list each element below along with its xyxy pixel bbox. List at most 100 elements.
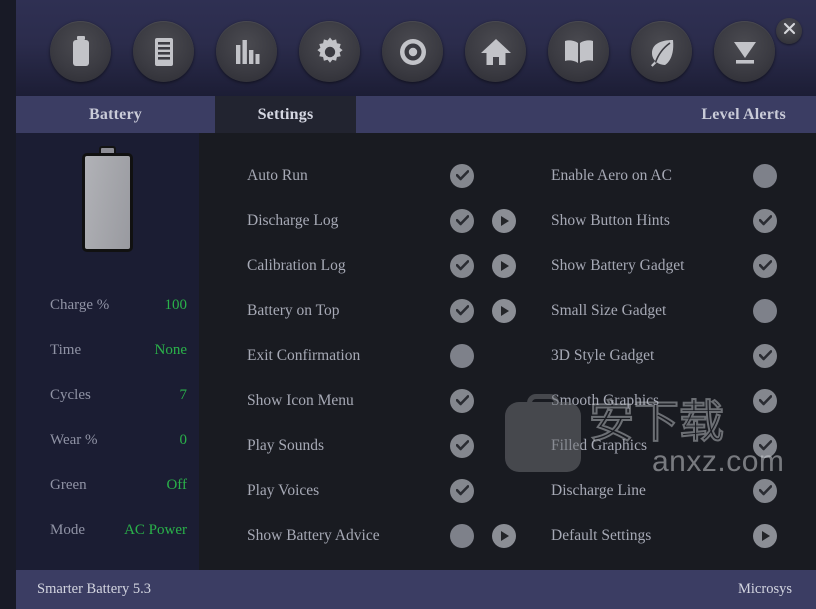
stat-row-wear: Wear % 0 xyxy=(16,418,199,463)
setting-controls xyxy=(450,208,516,233)
play-button[interactable] xyxy=(492,253,516,278)
stat-value: 100 xyxy=(164,297,188,313)
toolbar-button-battery[interactable] xyxy=(50,21,111,82)
play-button[interactable] xyxy=(492,298,516,323)
setting-label: Calibration Log xyxy=(247,256,346,274)
setting-controls xyxy=(753,298,777,323)
toolbar-button-drain[interactable] xyxy=(714,21,775,82)
toolbar-button-statistics[interactable] xyxy=(216,21,277,82)
setting-row-play-voices: Play Voices xyxy=(247,468,537,513)
stat-row-time: Time None xyxy=(16,328,199,373)
settings-column-right: Enable Aero on AC Show Button Hints Show… xyxy=(551,153,806,558)
setting-label: Play Voices xyxy=(247,481,320,499)
checkbox-toggle[interactable] xyxy=(753,433,777,458)
setting-controls xyxy=(450,523,516,548)
setting-row-auto-run: Auto Run xyxy=(247,153,537,198)
stat-label: Cycles xyxy=(50,387,91,403)
setting-controls xyxy=(753,343,777,368)
checkbox-toggle[interactable] xyxy=(450,478,474,503)
setting-row-filled-graphics: Filled Graphics xyxy=(551,423,806,468)
tab-battery[interactable]: Battery xyxy=(16,96,215,133)
book-icon xyxy=(563,39,595,65)
stat-value: None xyxy=(154,342,188,358)
setting-label: Show Icon Menu xyxy=(247,391,354,409)
settings-column-left: Auto Run Discharge Log Calibration Log B… xyxy=(247,153,537,558)
setting-label: Default Settings xyxy=(551,526,652,544)
checkbox-toggle[interactable] xyxy=(753,208,777,233)
setting-row-discharge-log: Discharge Log xyxy=(247,198,537,243)
battery-icon xyxy=(66,35,96,69)
setting-label: Exit Confirmation xyxy=(247,346,361,364)
tab-bar: Battery Settings Level Alerts xyxy=(16,96,816,133)
checkbox-toggle[interactable] xyxy=(450,343,474,368)
toolbar-button-calibration[interactable] xyxy=(382,21,443,82)
setting-controls xyxy=(753,253,777,278)
setting-controls xyxy=(450,253,516,278)
tab-level-alerts[interactable]: Level Alerts xyxy=(516,96,816,133)
tab-settings[interactable]: Settings xyxy=(215,96,356,133)
setting-controls xyxy=(753,208,777,233)
gear-icon xyxy=(314,36,346,68)
setting-controls xyxy=(753,388,777,413)
checkbox-toggle[interactable] xyxy=(450,208,474,233)
toolbar xyxy=(16,0,816,96)
checkbox-toggle[interactable] xyxy=(753,478,777,503)
setting-controls xyxy=(753,523,777,548)
stat-value: 0 xyxy=(179,432,188,448)
setting-row-small-size-gadget: Small Size Gadget xyxy=(551,288,806,333)
setting-label: Play Sounds xyxy=(247,436,325,454)
stat-label: Mode xyxy=(50,522,85,538)
stat-label: Charge % xyxy=(50,297,110,313)
setting-row-show-icon-menu: Show Icon Menu xyxy=(247,378,537,423)
setting-controls xyxy=(753,163,777,188)
toolbar-button-home[interactable] xyxy=(465,21,526,82)
setting-row-enable-aero-on-ac: Enable Aero on AC xyxy=(551,153,806,198)
setting-label: Show Battery Gadget xyxy=(551,256,685,274)
setting-label: Filled Graphics xyxy=(551,436,647,454)
stat-label: Time xyxy=(50,342,82,358)
play-button[interactable] xyxy=(492,523,516,548)
status-app-name: Smarter Battery 5.3 xyxy=(37,581,151,597)
setting-row-exit-confirmation: Exit Confirmation xyxy=(247,333,537,378)
stat-row-mode: Mode AC Power xyxy=(16,508,199,553)
setting-row-3d-style-gadget: 3D Style Gadget xyxy=(551,333,806,378)
checkbox-toggle[interactable] xyxy=(450,253,474,278)
log-icon xyxy=(150,36,178,68)
setting-controls xyxy=(450,478,474,503)
play-button[interactable] xyxy=(492,208,516,233)
checkbox-toggle[interactable] xyxy=(450,298,474,323)
home-icon xyxy=(480,37,512,67)
setting-controls xyxy=(450,298,516,323)
checkbox-toggle[interactable] xyxy=(450,163,474,188)
checkbox-toggle[interactable] xyxy=(450,388,474,413)
setting-row-show-battery-gadget: Show Battery Gadget xyxy=(551,243,806,288)
settings-panel: Auto Run Discharge Log Calibration Log B… xyxy=(199,133,816,570)
checkbox-toggle[interactable] xyxy=(753,388,777,413)
setting-row-discharge-line: Discharge Line xyxy=(551,468,806,513)
setting-controls xyxy=(450,433,474,458)
checkbox-toggle[interactable] xyxy=(753,253,777,278)
checkbox-toggle[interactable] xyxy=(753,343,777,368)
setting-row-battery-on-top: Battery on Top xyxy=(247,288,537,333)
setting-row-play-sounds: Play Sounds xyxy=(247,423,537,468)
toolbar-button-manual[interactable] xyxy=(548,21,609,82)
stat-value: AC Power xyxy=(124,522,187,538)
play-button[interactable] xyxy=(753,523,777,548)
funnel-icon xyxy=(730,37,760,67)
toolbar-button-green-mode[interactable] xyxy=(631,21,692,82)
close-button[interactable] xyxy=(776,18,802,44)
checkbox-toggle[interactable] xyxy=(753,298,777,323)
toolbar-button-log[interactable] xyxy=(133,21,194,82)
bar-chart-icon xyxy=(233,37,261,67)
checkbox-toggle[interactable] xyxy=(753,163,777,188)
setting-label: Discharge Line xyxy=(551,481,646,499)
setting-row-smooth-graphics: Smooth Graphics xyxy=(551,378,806,423)
stat-label: Wear % xyxy=(50,432,98,448)
setting-label: Battery on Top xyxy=(247,301,340,319)
setting-label: Show Button Hints xyxy=(551,211,670,229)
battery-sidebar: Charge % 100 Time None Cycles 7 Wear % 0… xyxy=(16,133,199,570)
checkbox-toggle[interactable] xyxy=(450,523,474,548)
stat-value: 7 xyxy=(179,387,188,403)
toolbar-button-settings[interactable] xyxy=(299,21,360,82)
checkbox-toggle[interactable] xyxy=(450,433,474,458)
